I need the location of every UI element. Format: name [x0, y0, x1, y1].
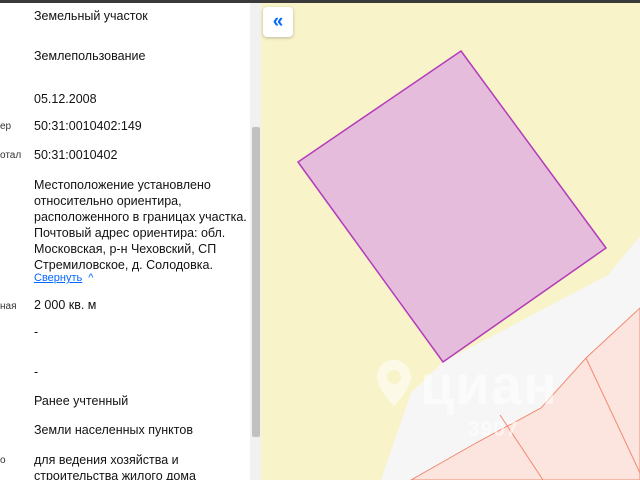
detail-value: 2 000 кв. м — [34, 298, 97, 312]
double-chevron-left-icon: « — [272, 10, 284, 32]
detail-value: - — [34, 365, 39, 379]
top-border — [0, 0, 640, 3]
panel-scrollbar-thumb[interactable] — [252, 127, 260, 437]
detail-label: о — [0, 455, 6, 466]
detail-label: ная — [0, 301, 17, 312]
chevron-up-icon: ^ — [88, 272, 94, 284]
collapse-panel-button[interactable]: « — [263, 7, 293, 37]
detail-value: 05.12.2008 — [34, 92, 97, 106]
detail-value: Землепользование — [34, 49, 146, 63]
detail-value: 50:31:0010402 — [34, 148, 118, 162]
collapse-link-label: Свернуть — [34, 272, 83, 284]
detail-label: ер — [0, 121, 12, 132]
detail-value: Местоположение установлено относительно … — [34, 178, 247, 272]
detail-label: отал — [0, 150, 22, 161]
detail-value: для ведения хозяйства и строительства жи… — [34, 453, 196, 480]
cadastral-map[interactable] — [261, 3, 640, 480]
map-canvas[interactable] — [261, 3, 640, 480]
parcel-details-panel: Земельный участок Землепользование 05.12… — [0, 3, 250, 480]
detail-value: Ранее учтенный — [34, 394, 129, 408]
detail-value: - — [34, 325, 39, 339]
collapse-link[interactable]: Свернуть ^ — [34, 272, 93, 284]
detail-value: Земли населенных пунктов — [34, 423, 193, 437]
detail-value: 50:31:0010402:149 — [34, 119, 142, 133]
detail-value: Земельный участок — [34, 9, 148, 23]
